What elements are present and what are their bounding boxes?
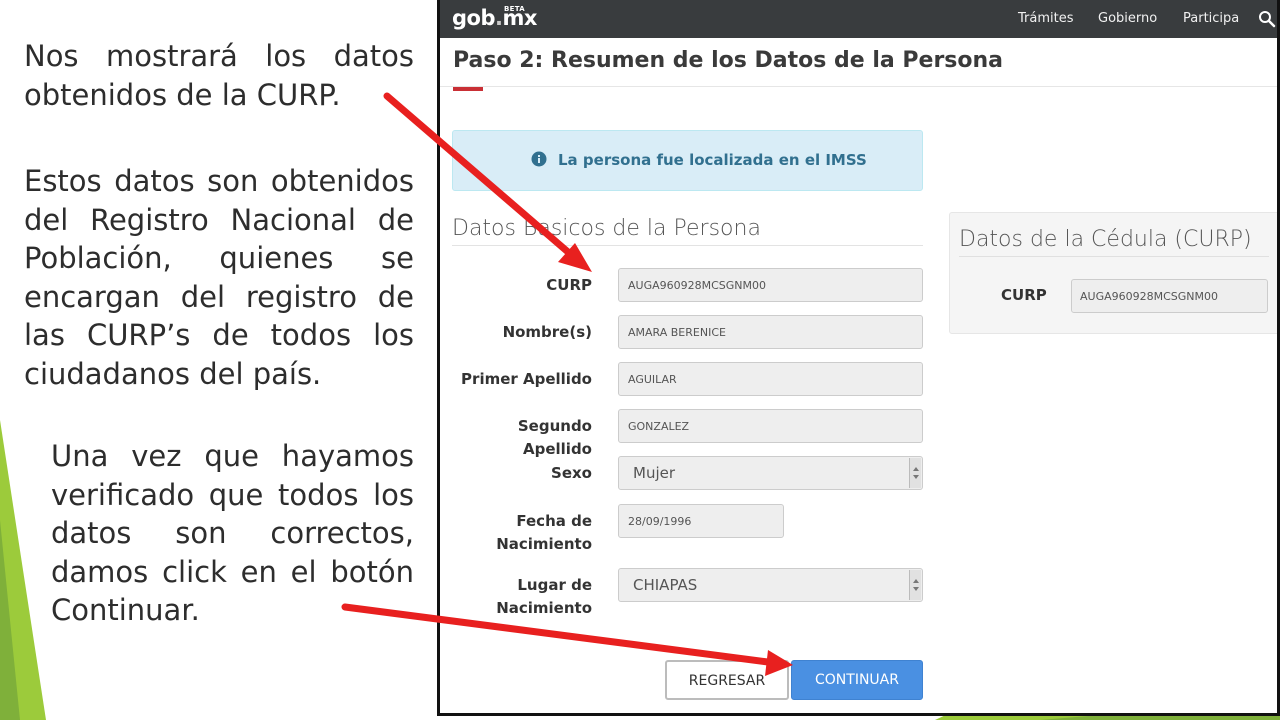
page-title: Paso 2: Resumen de los Datos de la Perso… (453, 48, 1004, 73)
lugar-nacimiento-label: Lugar de Nacimiento (496, 576, 592, 617)
lugar-nacimiento-select[interactable]: CHIAPAS (618, 568, 923, 602)
lugar-selected-value: CHIAPAS (633, 576, 698, 594)
updown-arrow-icon (913, 467, 919, 479)
browser-screenshot: gob.mx BETA Trámites Gobierno Participa … (437, 0, 1280, 716)
fecha-nacimiento-field[interactable]: 28/09/1996 (618, 504, 784, 538)
basic-data-heading: Datos Basicos de la Persona (452, 216, 761, 241)
cedula-heading: Datos de la Cédula (CURP) (959, 227, 1252, 252)
updown-arrow-icon (913, 579, 919, 591)
continuar-button[interactable]: CONTINUAR (791, 660, 923, 700)
nombre-field[interactable]: AMARA BERENICE (618, 315, 923, 349)
card-divider (959, 256, 1269, 257)
select-scroll-arrows[interactable] (909, 570, 921, 600)
segundo-apellido-field[interactable]: GONZALEZ (618, 409, 923, 443)
intro-paragraph: Nos mostrará los datos obtenidos de la C… (24, 39, 414, 112)
sexo-label: Sexo (551, 464, 592, 482)
nav-link-gobierno[interactable]: Gobierno (1098, 11, 1157, 26)
curp-field[interactable]: AUGA960928MCSGNM00 (618, 268, 923, 302)
continue-instruction-paragraph: Una vez que hayamos verificado que todos… (51, 439, 414, 627)
sexo-selected-value: Mujer (633, 464, 676, 482)
top-navbar: gob.mx BETA Trámites Gobierno Participa (440, 0, 1277, 38)
select-scroll-arrows[interactable] (909, 458, 921, 488)
nav-link-participa[interactable]: Participa (1183, 11, 1239, 26)
curp-label: CURP (546, 276, 592, 294)
primer-apellido-label: Primer Apellido (461, 370, 592, 388)
cedula-curp-label: CURP (1001, 286, 1047, 304)
sexo-select[interactable]: Mujer (618, 456, 923, 490)
title-accent-bar (453, 87, 483, 91)
fecha-nacimiento-label: Fecha de Nacimiento (496, 512, 592, 553)
alert-message: La persona fue localizada en el IMSS (558, 151, 867, 169)
beta-badge: BETA (504, 5, 525, 13)
search-icon[interactable] (1258, 10, 1276, 28)
primer-apellido-field[interactable]: AGUILAR (618, 362, 923, 396)
nombre-label: Nombre(s) (502, 323, 592, 341)
cedula-curp-field[interactable]: AUGA960928MCSGNM00 (1071, 279, 1268, 313)
regresar-button[interactable]: REGRESAR (665, 660, 789, 700)
segundo-apellido-label: Segundo Apellido (517, 417, 592, 458)
cedula-card: Datos de la Cédula (CURP) CURP AUGA96092… (949, 212, 1277, 334)
title-divider (440, 86, 1277, 87)
nav-link-tramites[interactable]: Trámites (1018, 11, 1074, 26)
renapo-paragraph: Estos datos son obtenidos del Registro N… (24, 164, 414, 391)
section-divider (452, 245, 923, 246)
info-alert: La persona fue localizada en el IMSS (452, 130, 923, 191)
info-icon (531, 151, 547, 167)
